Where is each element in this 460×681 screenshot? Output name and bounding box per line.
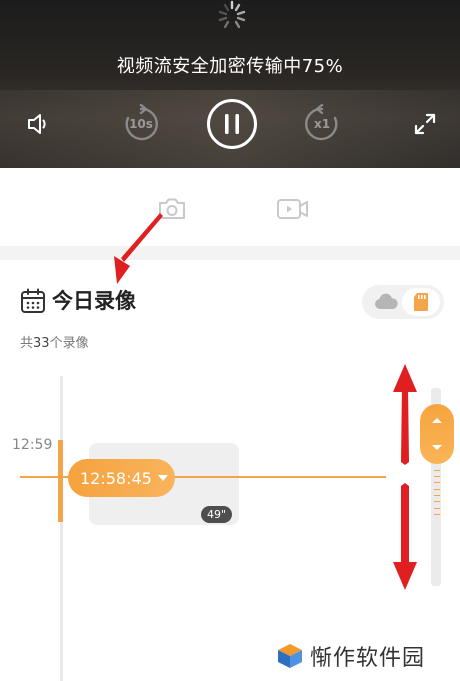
section-title: 今日录像 bbox=[52, 289, 136, 313]
playback-speed-button[interactable]: x1 bbox=[302, 104, 342, 144]
speaker-icon bbox=[28, 114, 46, 134]
video-player[interactable]: 视频流安全加密传输中75% 10s x1 bbox=[0, 0, 460, 168]
tool-row bbox=[0, 168, 460, 246]
record-count: 共33个录像 bbox=[20, 332, 89, 351]
annotation-arrow-down bbox=[393, 483, 417, 590]
cloud-icon bbox=[375, 293, 398, 309]
pause-icon bbox=[207, 99, 257, 149]
rewind-label: 10s bbox=[129, 117, 153, 131]
record-count-prefix: 共 bbox=[20, 336, 34, 351]
record-count-value: 33 bbox=[33, 336, 50, 351]
fullscreen-button[interactable] bbox=[410, 109, 440, 139]
video-record-icon bbox=[277, 199, 308, 219]
recording-segment-marker bbox=[58, 440, 63, 522]
fullscreen-icon bbox=[414, 113, 436, 135]
volume-button[interactable] bbox=[22, 108, 54, 140]
sd-card-source-option[interactable] bbox=[402, 288, 440, 316]
timeline-axis[interactable] bbox=[60, 376, 63, 681]
sd-card-icon bbox=[414, 293, 428, 311]
current-time-text: 12:58:45 bbox=[80, 468, 152, 488]
camera-icon bbox=[159, 198, 185, 219]
app-screen: 视频流安全加密传输中75% 10s x1 今日录像 共33个录像 12:59 4… bbox=[0, 0, 460, 681]
chevron-down-icon bbox=[432, 445, 442, 450]
loading-spinner-icon bbox=[218, 0, 246, 29]
stream-status-text: 视频流安全加密传输中75% bbox=[116, 56, 344, 77]
current-time-picker[interactable]: 12:58:45 bbox=[68, 459, 175, 497]
rewind-10s-button[interactable]: 10s bbox=[121, 104, 161, 144]
chevron-up-icon bbox=[432, 418, 442, 423]
caret-down-icon bbox=[157, 475, 168, 481]
timeline-zoom-handle[interactable] bbox=[420, 404, 454, 464]
timeline-time-label: 12:59 bbox=[12, 437, 53, 453]
clip-duration-badge: 49" bbox=[201, 506, 233, 523]
annotation-arrow-up bbox=[393, 364, 417, 465]
pause-button[interactable] bbox=[206, 98, 258, 150]
record-button[interactable] bbox=[276, 192, 310, 226]
watermark-logo bbox=[278, 644, 302, 668]
cloud-source-option[interactable] bbox=[368, 288, 404, 316]
section-divider bbox=[0, 246, 460, 260]
speed-label: x1 bbox=[313, 117, 331, 131]
snapshot-button[interactable] bbox=[155, 192, 189, 226]
calendar-icon bbox=[21, 288, 45, 313]
watermark-text: 惭作软件园 bbox=[310, 646, 426, 671]
record-count-suffix: 个录像 bbox=[49, 336, 89, 351]
storage-source-toggle[interactable] bbox=[362, 285, 444, 319]
